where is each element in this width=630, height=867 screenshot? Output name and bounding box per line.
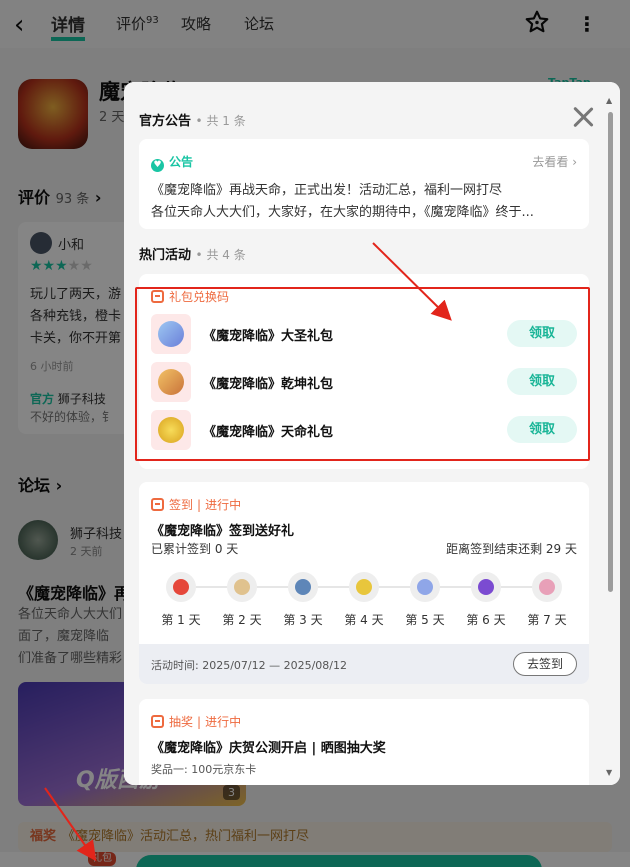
lottery-prize: 奖品一: 100元京东卡 xyxy=(151,763,257,776)
announcement-title-line: 《魔宠降临》再战天命，正式出发！活动汇总，福利一网打尽 xyxy=(151,183,503,198)
activity-title: 热门活动 xyxy=(139,248,192,263)
scrollbar-thumb[interactable] xyxy=(608,112,613,592)
lottery-tag: 抽奖 | 进行中 xyxy=(151,713,241,730)
close-icon[interactable] xyxy=(572,106,594,128)
announcement-section-title: 官方公告 • 共 1 条 xyxy=(139,110,246,129)
checkin-title: 《魔宠降临》签到送好礼 xyxy=(151,524,295,539)
announcement-tag-label: 公告 xyxy=(169,155,194,169)
checkin-day[interactable]: 第 3 天 xyxy=(281,572,325,628)
day-label: 第 4 天 xyxy=(344,613,384,627)
lottery-tag-label: 抽奖 xyxy=(169,715,194,729)
day-label: 第 6 天 xyxy=(466,613,506,627)
announcement-count: • 共 1 条 xyxy=(195,114,246,128)
scroll-up-icon[interactable]: ▲ xyxy=(606,96,612,105)
checkin-progress: 已累计签到 0 天 xyxy=(151,542,239,556)
gift-box-icon xyxy=(151,715,164,728)
checkin-day[interactable]: 第 1 天 xyxy=(159,572,203,628)
checkin-day[interactable]: 第 6 天 xyxy=(464,572,508,628)
announcement-tag: ♥ 公告 xyxy=(151,153,193,172)
checkin-button[interactable]: 去签到 xyxy=(513,652,577,676)
calendar-icon xyxy=(151,498,164,511)
checkin-footer: 活动时间: 2025/07/12 — 2025/08/12 去签到 xyxy=(139,644,589,684)
day-label: 第 3 天 xyxy=(283,613,323,627)
announcement-title: 官方公告 xyxy=(139,114,192,129)
day-label: 第 5 天 xyxy=(405,613,445,627)
day-label: 第 2 天 xyxy=(222,613,262,627)
checkin-day[interactable]: 第 5 天 xyxy=(403,572,447,628)
activity-time: 活动时间: 2025/07/12 — 2025/08/12 xyxy=(151,659,347,672)
checkin-tag-label: 签到 xyxy=(169,498,194,512)
announcement-card[interactable]: ♥ 公告 去看看 › 《魔宠降临》再战天命，正式出发！活动汇总，福利一网打尽 各位… xyxy=(139,139,589,229)
view-more-link[interactable]: 去看看 › xyxy=(532,153,577,170)
activity-count: • 共 4 条 xyxy=(195,248,246,262)
checkin-day[interactable]: 第 4 天 xyxy=(342,572,386,628)
lottery-title: 《魔宠降临》庆贺公测开启 | 晒图抽大奖 xyxy=(151,741,386,756)
lottery-status: 进行中 xyxy=(205,715,242,729)
activity-section-title: 热门活动 • 共 4 条 xyxy=(139,244,246,263)
day-label: 第 1 天 xyxy=(161,613,201,627)
checkin-status: 进行中 xyxy=(205,498,242,512)
checkin-tag: 签到 | 进行中 xyxy=(151,496,241,513)
highlight-box xyxy=(135,287,590,461)
day-label: 第 7 天 xyxy=(527,613,567,627)
lottery-card[interactable]: 抽奖 | 进行中 《魔宠降临》庆贺公测开启 | 晒图抽大奖 奖品一: 100元京东卡 xyxy=(139,699,589,785)
heart-tag-icon: ♥ xyxy=(151,159,164,172)
announcement-summary-line: 各位天命人大大们，大家好，在大家的期待中，《魔宠降临》终于... xyxy=(151,205,534,220)
checkin-day[interactable]: 第 7 天 xyxy=(525,572,569,628)
checkin-day[interactable]: 第 2 天 xyxy=(220,572,264,628)
checkin-card: 签到 | 进行中 《魔宠降临》签到送好礼 已累计签到 0 天 距离签到结束还剩 29… xyxy=(139,482,589,684)
checkin-remaining: 距离签到结束还剩 29 天 xyxy=(446,542,577,556)
scroll-down-icon[interactable]: ▼ xyxy=(606,768,612,777)
